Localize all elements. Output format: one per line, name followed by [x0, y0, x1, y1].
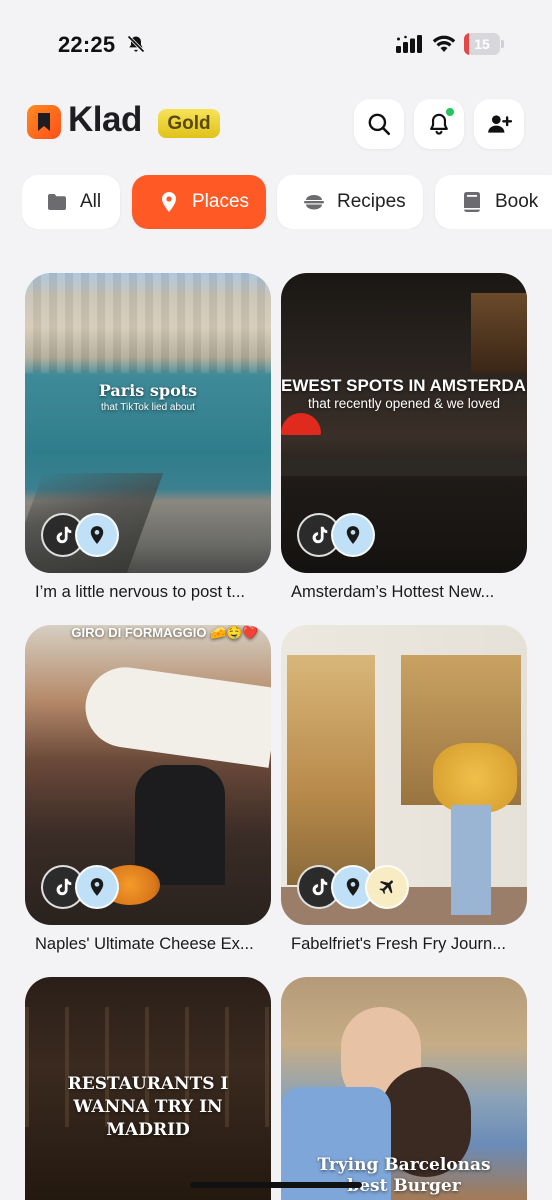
add-friend-button[interactable] — [474, 99, 524, 149]
card-overlay-subtitle: that TikTok lied about — [101, 402, 195, 413]
filter-chip-books[interactable]: Book — [435, 175, 552, 229]
app-name: Klad — [68, 100, 142, 139]
filter-chip-label: Places — [192, 191, 250, 212]
book-icon — [461, 191, 483, 213]
filter-chip-all[interactable]: All — [22, 175, 120, 229]
notifications-button[interactable] — [414, 99, 464, 149]
filter-chip-label: All — [80, 191, 102, 212]
card-overlay-title: GIRO DI FORMAGGIO 🧀🤤❤️ — [71, 625, 259, 640]
search-icon — [368, 113, 391, 136]
card-title: Amsterdam’s Hottest New... — [291, 583, 495, 601]
filter-chip-label: Book — [495, 191, 539, 212]
card-overlay-title: RESTAURANTS I WANNA TRY IN MADRID — [67, 1074, 229, 1140]
card-overlay-title: Paris spots — [98, 381, 198, 400]
folder-icon — [46, 191, 68, 213]
cellular-signal-icon — [396, 35, 422, 53]
map-pin-icon — [75, 513, 119, 557]
home-indicator[interactable] — [190, 1182, 362, 1188]
card-title: I’m a little nervous to post t... — [35, 583, 246, 601]
filter-chip-label: Recipes — [337, 191, 406, 212]
battery-level: 15 — [474, 36, 490, 52]
filter-chips: All Places Recipes Book — [22, 175, 552, 229]
airplane-icon — [365, 865, 409, 909]
search-button[interactable] — [354, 99, 404, 149]
gold-badge[interactable]: Gold — [158, 109, 220, 138]
card-thumbnail[interactable]: Paris spots that TikTok lied about — [25, 273, 271, 573]
add-user-icon — [488, 115, 512, 133]
map-pin-icon — [331, 513, 375, 557]
bowl-icon — [303, 191, 325, 213]
card-overlay-title: Trying Barcelonas best Burger — [317, 1155, 491, 1196]
bell-slash-icon — [127, 35, 145, 53]
card-overlay-title: EWEST SPOTS IN AMSTERDAM — [281, 376, 527, 395]
app-logo-icon — [27, 105, 61, 139]
card-thumbnail[interactable]: EWEST SPOTS IN AMSTERDAM that recently o… — [281, 273, 527, 573]
card-thumbnail[interactable]: RESTAURANTS I WANNA TRY IN MADRID — [25, 977, 271, 1200]
map-pin-icon — [158, 191, 180, 213]
card-thumbnail[interactable]: Trying Barcelonas best Burger — [281, 977, 527, 1200]
card-title: Fabelfriet's Fresh Fry Journ... — [291, 935, 506, 953]
notification-dot — [445, 107, 455, 117]
status-bar: 22:25 15 — [0, 0, 552, 90]
filter-chip-places[interactable]: Places — [132, 175, 266, 229]
card-thumbnail[interactable]: GIRO DI FORMAGGIO 🧀🤤❤️ — [25, 625, 271, 925]
map-pin-icon — [75, 865, 119, 909]
battery-icon: 15 — [464, 33, 504, 55]
wifi-icon — [432, 35, 456, 52]
status-time: 22:25 — [58, 32, 116, 57]
filter-chip-recipes[interactable]: Recipes — [277, 175, 423, 229]
card-thumbnail[interactable] — [281, 625, 527, 925]
card-overlay-subtitle: that recently opened & we loved — [307, 396, 501, 411]
card-title: Naples' Ultimate Cheese Ex... — [35, 935, 254, 953]
